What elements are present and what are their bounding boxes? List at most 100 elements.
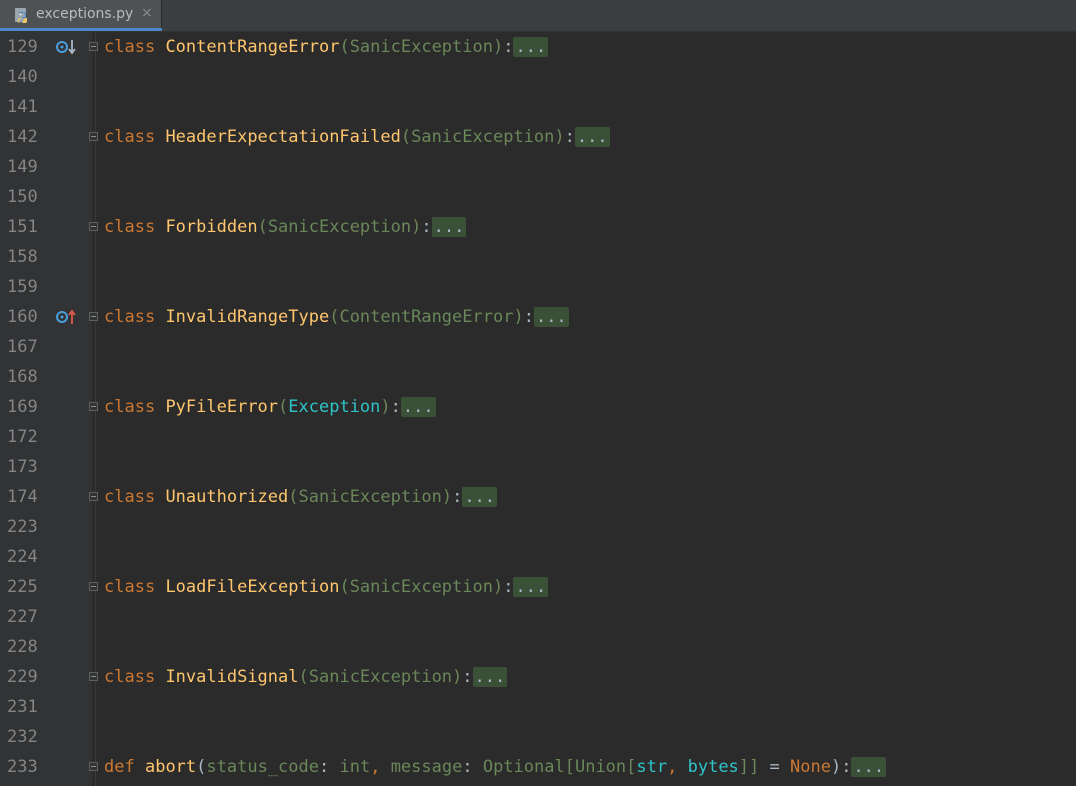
line-number: 169 bbox=[7, 397, 38, 417]
line-number: 159 bbox=[7, 277, 38, 297]
keyword: class bbox=[104, 487, 156, 507]
fold-toggle-icon[interactable] bbox=[89, 42, 98, 51]
folded-region-placeholder[interactable]: ... bbox=[513, 577, 549, 597]
line-number: 174 bbox=[7, 487, 38, 507]
class-name: LoadFileException bbox=[165, 577, 340, 597]
code-token: message bbox=[390, 757, 463, 777]
code-token: None bbox=[790, 757, 831, 777]
code-token: Union bbox=[574, 757, 627, 777]
line-number: 142 bbox=[7, 127, 38, 147]
code-editor[interactable]: 129 140 141 142 149 150 151 158 159 160 167 168 169 1… bbox=[0, 32, 1076, 786]
folded-region-placeholder[interactable]: ... bbox=[462, 487, 498, 507]
code-token: bytes bbox=[687, 757, 739, 777]
keyword: class bbox=[104, 217, 156, 237]
tab-label: exceptions.py bbox=[36, 6, 134, 22]
base-class: SanicException bbox=[267, 217, 412, 237]
overrides-icon[interactable] bbox=[56, 308, 78, 326]
line-number: 232 bbox=[7, 727, 38, 747]
line-number: 172 bbox=[7, 427, 38, 447]
tab-exceptions-py[interactable]: exceptions.py × bbox=[0, 0, 162, 31]
code-token: status_code bbox=[206, 757, 319, 777]
fold-toggle-icon[interactable] bbox=[89, 312, 98, 321]
line-number: 167 bbox=[7, 337, 38, 357]
code-token: : bbox=[319, 757, 340, 777]
class-definition-line[interactable]: class HeaderExpectationFailed(SanicExcep… bbox=[104, 122, 610, 152]
base-class: Exception bbox=[288, 397, 381, 417]
base-class: SanicException bbox=[298, 487, 442, 507]
python-file-icon bbox=[15, 8, 27, 23]
code-token: ): bbox=[830, 757, 852, 777]
fold-toggle-icon[interactable] bbox=[89, 492, 98, 501]
colon: : bbox=[462, 667, 473, 687]
class-name: InvalidSignal bbox=[165, 667, 299, 687]
code-token: : bbox=[462, 757, 483, 777]
keyword: class bbox=[104, 127, 156, 147]
editor-tab-bar: exceptions.py × bbox=[0, 0, 1076, 32]
code-token: str bbox=[636, 757, 668, 777]
fold-toggle-icon[interactable] bbox=[89, 132, 98, 141]
colon: : bbox=[564, 127, 575, 147]
line-number: 224 bbox=[7, 547, 38, 567]
fold-toggle-icon[interactable] bbox=[89, 582, 98, 591]
class-definition-line[interactable]: class Unauthorized(SanicException):... bbox=[104, 482, 498, 512]
line-number: 129 bbox=[7, 37, 38, 57]
colon: : bbox=[503, 577, 514, 597]
folded-region-placeholder[interactable]: ... bbox=[431, 217, 467, 237]
paren: ) bbox=[411, 217, 422, 237]
fold-toggle-icon[interactable] bbox=[89, 762, 98, 771]
class-definition-line[interactable]: class PyFileError(Exception):... bbox=[104, 392, 436, 422]
line-number: 141 bbox=[7, 97, 38, 117]
line-number: 225 bbox=[7, 577, 38, 597]
paren: ( bbox=[288, 487, 299, 507]
fold-toggle-icon[interactable] bbox=[89, 222, 98, 231]
line-number: 151 bbox=[7, 217, 38, 237]
colon: : bbox=[523, 307, 534, 327]
class-name: Unauthorized bbox=[165, 487, 289, 507]
fold-toggle-icon[interactable] bbox=[89, 672, 98, 681]
class-name: InvalidRangeType bbox=[165, 307, 330, 327]
folded-region-placeholder[interactable]: ... bbox=[400, 397, 436, 417]
paren: ( bbox=[257, 217, 268, 237]
folded-region-placeholder[interactable]: ... bbox=[851, 757, 887, 777]
code-token: , bbox=[370, 757, 391, 777]
paren: ( bbox=[339, 37, 350, 57]
paren: ) bbox=[492, 577, 504, 597]
colon: : bbox=[503, 37, 514, 57]
close-icon[interactable]: × bbox=[141, 5, 153, 21]
class-definition-line[interactable]: class Forbidden(SanicException):... bbox=[104, 212, 467, 242]
paren: ) bbox=[452, 667, 463, 687]
class-definition-line[interactable]: class ContentRangeError(SanicException):… bbox=[104, 32, 549, 62]
function-definition-line[interactable]: def abort(status_code: int, message: Opt… bbox=[104, 752, 887, 782]
paren: ) bbox=[441, 487, 453, 507]
class-definition-line[interactable]: class LoadFileException(SanicException):… bbox=[104, 572, 549, 602]
folded-region-placeholder[interactable]: ... bbox=[533, 307, 569, 327]
line-number: 149 bbox=[7, 157, 38, 177]
code-token: int bbox=[339, 757, 371, 777]
paren: ( bbox=[400, 127, 412, 147]
class-definition-line[interactable]: class InvalidRangeType(ContentRangeError… bbox=[104, 302, 569, 332]
class-name: Forbidden bbox=[165, 217, 258, 237]
colon: : bbox=[421, 217, 432, 237]
active-tab-indicator bbox=[0, 28, 162, 31]
paren: ) bbox=[513, 307, 524, 327]
paren: ( bbox=[298, 667, 309, 687]
class-definition-line[interactable]: class InvalidSignal(SanicException):... bbox=[104, 662, 508, 692]
folded-region-placeholder[interactable]: ... bbox=[574, 127, 610, 147]
base-class: ContentRangeError bbox=[339, 307, 514, 327]
keyword: class bbox=[104, 577, 156, 597]
class-name: PyFileError bbox=[165, 397, 279, 417]
code-token: [ bbox=[626, 757, 637, 777]
line-number: 158 bbox=[7, 247, 38, 267]
keyword: class bbox=[104, 667, 156, 687]
folded-region-placeholder[interactable]: ... bbox=[472, 667, 508, 687]
line-number: 231 bbox=[7, 697, 38, 717]
overridden-icon[interactable] bbox=[56, 38, 78, 56]
class-name: HeaderExpectationFailed bbox=[165, 127, 401, 147]
fold-toggle-icon[interactable] bbox=[89, 402, 98, 411]
code-token: = bbox=[759, 757, 790, 777]
paren: ) bbox=[380, 397, 391, 417]
folded-region-placeholder[interactable]: ... bbox=[513, 37, 549, 57]
line-number: 233 bbox=[7, 757, 38, 777]
line-number: 229 bbox=[7, 667, 38, 687]
line-number: 227 bbox=[7, 607, 38, 627]
